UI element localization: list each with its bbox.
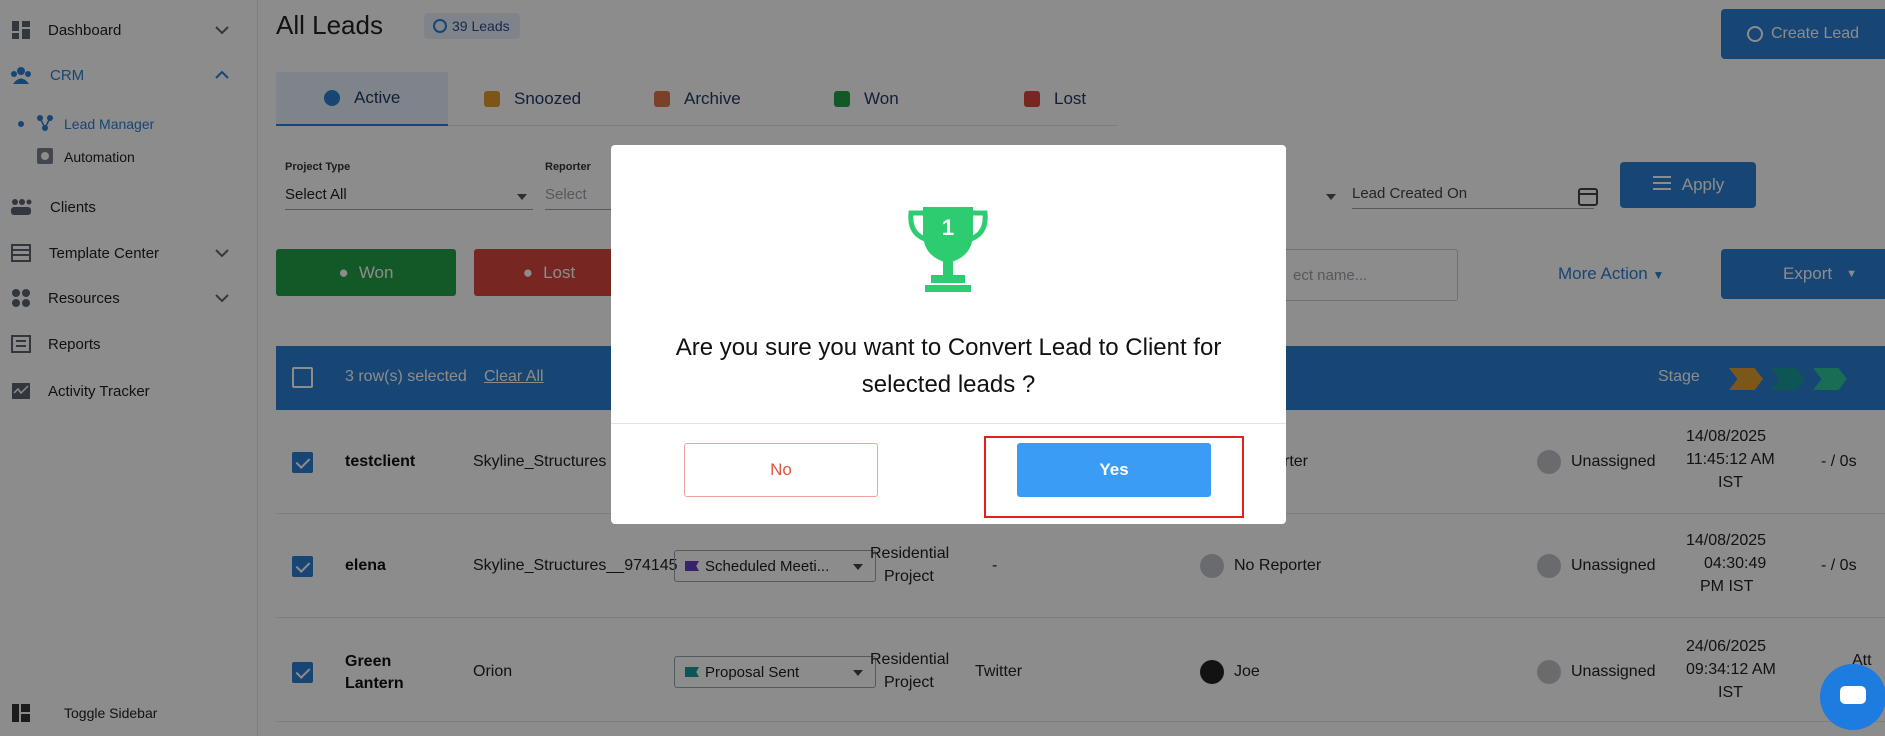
no-button[interactable]: No xyxy=(684,443,878,497)
chat-icon xyxy=(1840,686,1866,704)
confirm-message: Are you sure you want to Convert Lead to… xyxy=(675,334,1222,398)
chat-widget-button[interactable] xyxy=(1820,664,1885,730)
divider xyxy=(611,423,1286,424)
trophy-icon: 1 xyxy=(908,207,988,292)
highlight-box xyxy=(984,436,1244,518)
trophy-number: 1 xyxy=(942,215,954,240)
